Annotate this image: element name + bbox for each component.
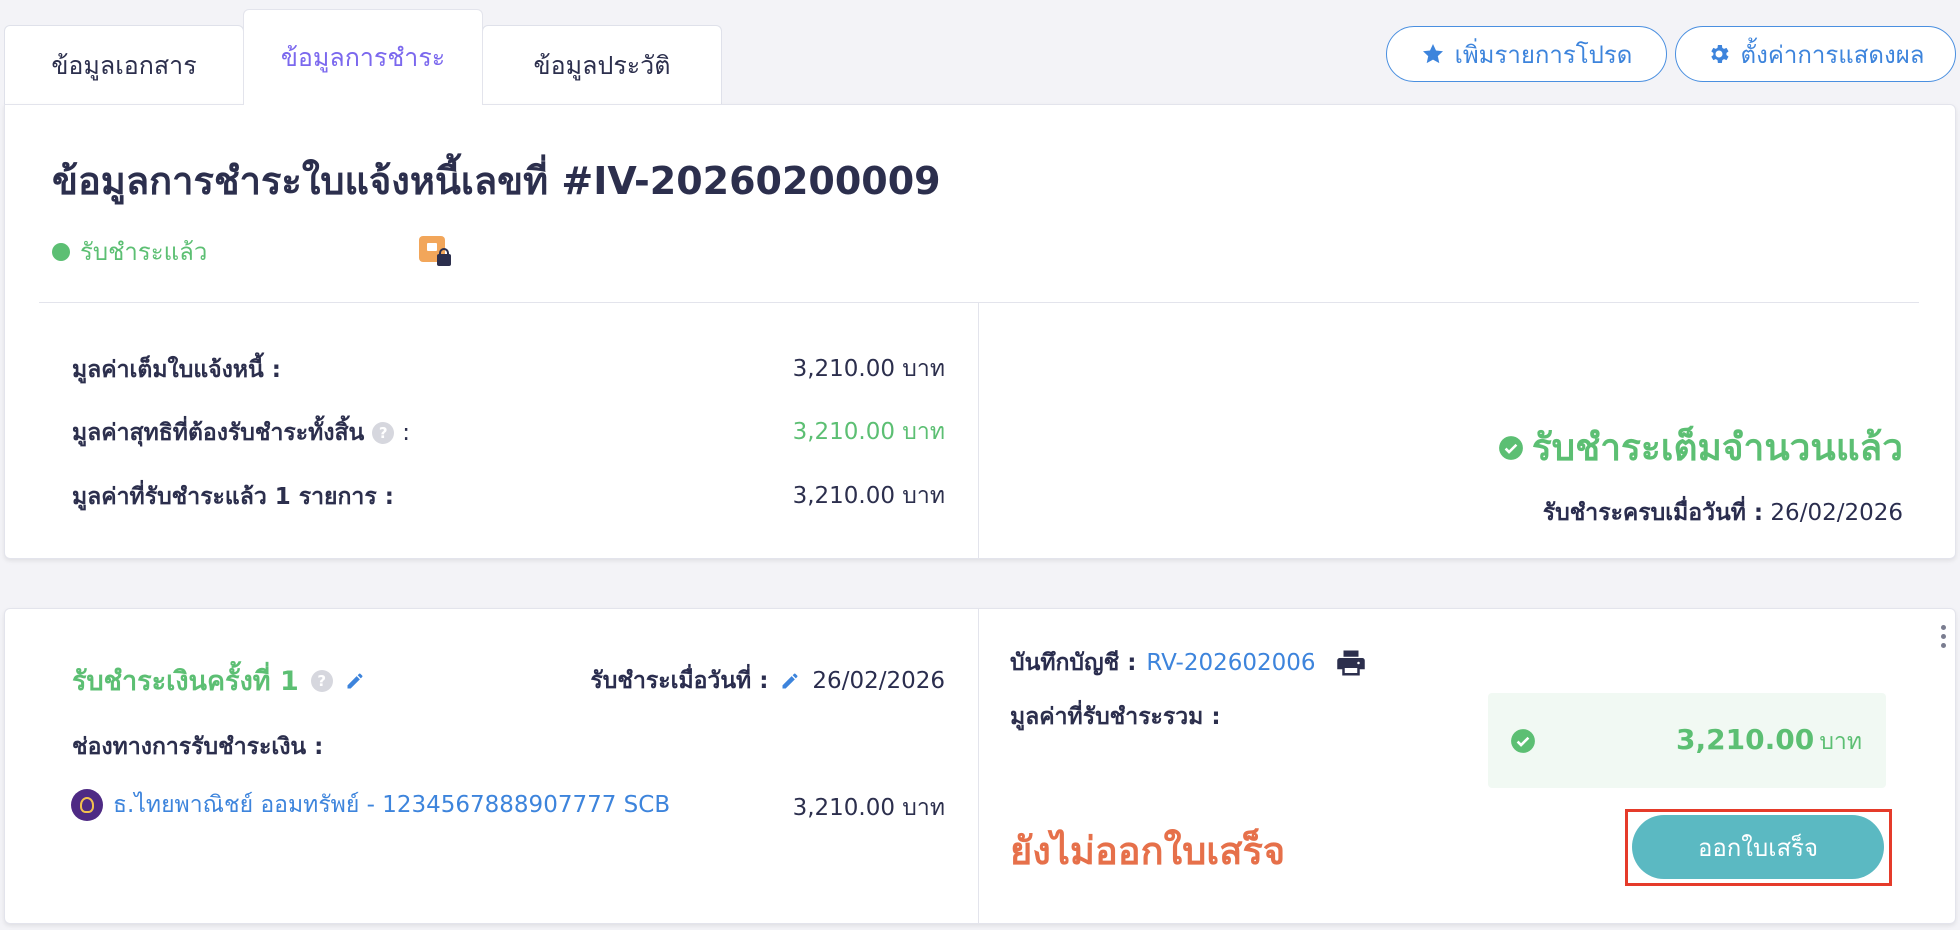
account-record-link[interactable]: RV-202602006 — [1146, 650, 1315, 676]
tab-history-info[interactable]: ข้อมูลประวัติ — [482, 25, 722, 105]
status-badge: รับชำระแล้ว — [52, 232, 207, 271]
net-payable-label: มูลค่าสุทธิที่ต้องรับชำระทั้งสิ้น — [72, 420, 365, 446]
receipt-status: ยังไม่ออกใบเสร็จ — [1010, 829, 1286, 873]
full-paid-date: รับชำระครบเมื่อวันที่ : 26/02/2026 — [1543, 495, 1903, 531]
payment-title-group: รับชำระเงินครั้งที่ 1 ? — [72, 659, 365, 702]
full-invoice-value-label: มูลค่าเต็มใบแจ้งหนี้ : — [72, 357, 281, 383]
help-icon[interactable]: ? — [372, 422, 395, 444]
paid-value: 3,210.00 บาท — [792, 483, 945, 509]
payment-channel-amount: 3,210.00 บาท — [792, 795, 945, 821]
tab-document-info[interactable]: ข้อมูลเอกสาร — [4, 25, 244, 105]
total-paid-label: มูลค่าที่รับชำระรวม : — [1010, 704, 1221, 730]
full-paid-date-value: 26/02/2026 — [1770, 500, 1903, 526]
full-paid-date-label: รับชำระครบเมื่อวันที่ : — [1542, 500, 1764, 526]
tab-label: ข้อมูลประวัติ — [533, 50, 671, 80]
net-payable-label-group: มูลค่าสุทธิที่ต้องรับชำระทั้งสิ้น ? : — [72, 415, 410, 451]
total-paid-amount-group: 3,210.00 บาท — [1676, 723, 1862, 760]
net-payable-value: 3,210.00 บาท — [792, 419, 945, 445]
account-record: บันทึกบัญชี : RV-202602006 — [1010, 645, 1366, 681]
full-paid-status: รับชำระเต็มจำนวนแล้ว — [1498, 418, 1903, 477]
check-circle-icon — [1498, 435, 1523, 460]
divider — [39, 302, 1919, 303]
check-circle-icon — [1511, 729, 1535, 753]
issue-receipt-button[interactable]: ออกใบเสร็จ — [1632, 815, 1884, 879]
payment-channel-label: ช่องทางการรับชำระเงิน : — [72, 734, 324, 760]
payment-date-group: รับชำระเมื่อวันที่ : 26/02/2026 — [590, 663, 945, 699]
tab-label: ข้อมูลการชำระ — [280, 42, 446, 72]
payment-date-label: รับชำระเมื่อวันที่ : — [590, 668, 769, 694]
total-paid-amount: 3,210.00 — [1676, 723, 1815, 756]
locked-document-icon[interactable] — [419, 236, 453, 270]
bank-logo-icon — [71, 789, 103, 821]
status-dot-icon — [52, 242, 70, 261]
status-text: รับชำระแล้ว — [80, 238, 208, 266]
divider — [978, 302, 979, 558]
help-icon[interactable]: ? — [310, 669, 333, 692]
payment-channel: ธ.ไทยพาณิชย์ ออมทรัพย์ - 123456788890777… — [71, 787, 670, 823]
page-title: ข้อมูลการชำระใบแจ้งหนี้เลขที่ #IV-202602… — [52, 159, 941, 203]
total-paid-box: 3,210.00 บาท — [1488, 693, 1886, 788]
account-record-label: บันทึกบัญชี : — [1010, 650, 1137, 676]
payment-channel-link[interactable]: ธ.ไทยพาณิชย์ ออมทรัพย์ - 123456788890777… — [113, 787, 670, 823]
printer-icon[interactable] — [1336, 649, 1366, 677]
edit-pencil-icon[interactable] — [345, 671, 365, 691]
edit-pencil-icon[interactable] — [780, 671, 800, 691]
display-settings-label: ตั้งค่าการแสดงผล — [1740, 40, 1925, 69]
issue-receipt-label: ออกใบเสร็จ — [1697, 833, 1819, 862]
paid-value-label: มูลค่าที่รับชำระแล้ว 1 รายการ : — [72, 484, 394, 510]
add-favorite-label: เพิ่มรายการโปรด — [1454, 40, 1633, 69]
gear-icon — [1710, 45, 1729, 63]
net-payable-colon: : — [402, 420, 411, 446]
display-settings-button[interactable]: ตั้งค่าการแสดงผล — [1675, 26, 1956, 82]
total-paid-unit: บาท — [1819, 729, 1862, 755]
payment-title: รับชำระเงินครั้งที่ 1 — [72, 666, 299, 697]
payment-date-value: 26/02/2026 — [812, 668, 945, 694]
star-icon — [1422, 44, 1443, 64]
more-options-icon[interactable] — [1941, 625, 1946, 648]
divider — [978, 609, 979, 923]
full-invoice-value: 3,210.00 บาท — [792, 356, 945, 382]
tab-label: ข้อมูลเอกสาร — [51, 50, 197, 80]
tab-payment-info[interactable]: ข้อมูลการชำระ — [243, 9, 483, 105]
add-favorite-button[interactable]: เพิ่มรายการโปรด — [1386, 26, 1667, 82]
full-paid-text: รับชำระเต็มจำนวนแล้ว — [1531, 426, 1903, 469]
